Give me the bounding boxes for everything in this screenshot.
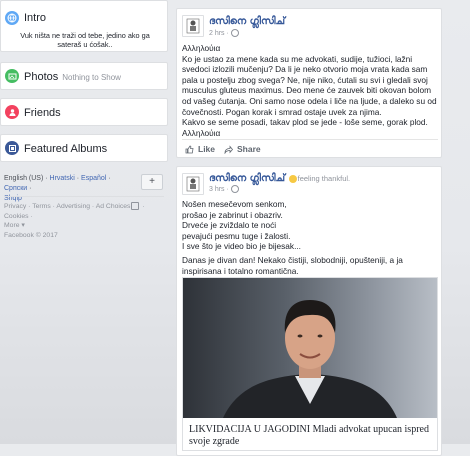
post-time[interactable]: 3 hrs (209, 186, 225, 193)
share-button[interactable]: Share (224, 144, 261, 154)
lang-espanol[interactable]: Español (81, 175, 106, 182)
footer: Privacy · Terms · Advertising · Ad Choic… (4, 202, 145, 239)
post-author[interactable]: ദസിനെ ഗ്ലിസിച് (209, 173, 285, 184)
intro-bio: Vuk ništa ne traži od tebe, jedino ako g… (20, 31, 150, 49)
lang-hrvatski[interactable]: Hrvatski (50, 175, 75, 182)
footer-copyright: Facebook © 2017 (4, 231, 58, 239)
intro-title: Intro (24, 12, 47, 24)
add-language-button[interactable]: + (141, 174, 163, 190)
photos-card[interactable]: Photos Nothing to Show (0, 62, 168, 90)
albums-card[interactable]: Featured Albums (0, 134, 168, 162)
footer-terms[interactable]: Terms (32, 203, 51, 210)
post-2: ദസിനെ ഗ്ലിസിച് feeling thankful. 3 hrs ·… (176, 166, 442, 456)
poem-line: Drveće je zviždalo te noći (182, 220, 277, 231)
globe-icon (230, 185, 239, 193)
post-meta: 3 hrs · (209, 185, 239, 193)
post-body: Nošen mesečevom senkom, prošao je zabrin… (182, 199, 438, 276)
globe-icon (5, 11, 19, 25)
post-author[interactable]: ദസിനെ ഗ്ലിസിച് (209, 16, 285, 27)
lang-english[interactable]: English (US) (4, 175, 43, 182)
globe-icon (230, 29, 239, 37)
link-preview[interactable]: LIKVIDACIJA U JAGODINI Mladi advokat upu… (182, 277, 438, 451)
link-preview-title[interactable]: LIKVIDACIJA U JAGODINI Mladi advokat upu… (189, 424, 433, 448)
footer-adchoices[interactable]: Ad Choices (96, 203, 131, 210)
share-icon (224, 144, 233, 154)
friends-icon (5, 105, 19, 119)
smile-icon (288, 174, 297, 183)
albums-icon (5, 141, 19, 155)
post-1: ദസിനെ ഗ്ലിസിച് 2 hrs · Αλληλούια Ko je u… (176, 8, 442, 158)
post-paragraph: Danas je divan dan! Nekako čistiji, slob… (182, 254, 403, 276)
intro-card: Intro Vuk ništa ne traži od tebe, jedino… (0, 0, 168, 52)
poem-line: prošao je zabrinut i obazriv. (182, 209, 283, 220)
footer-advertising[interactable]: Advertising (56, 203, 90, 210)
like-label: Like (198, 144, 216, 154)
lang-srpski[interactable]: Српски (4, 185, 27, 192)
link-preview-image[interactable] (183, 278, 437, 418)
footer-more[interactable]: More (4, 222, 20, 229)
post-paragraph: Αλληλούια (182, 43, 221, 53)
avatar[interactable] (182, 173, 204, 195)
poem-line: Nošen mesečevom senkom, (182, 199, 287, 209)
post-paragraph: Kakvo se seme posadi, takav plod se jede… (182, 117, 428, 138)
poem-line: pevajući pesmu tuge i žalosti. (182, 230, 291, 241)
poem-line: I sve što je video bio je bijesak... (182, 241, 301, 252)
share-label: Share (237, 144, 261, 154)
post-paragraph: Ko je ustao za mene kada su me advokati,… (182, 53, 437, 117)
footer-cookies[interactable]: Cookies (4, 213, 29, 220)
photos-title[interactable]: Photos (24, 71, 58, 83)
friends-title[interactable]: Friends (24, 107, 61, 119)
avatar[interactable] (182, 15, 204, 37)
post-feeling: feeling thankful. (297, 174, 351, 183)
albums-title[interactable]: Featured Albums (24, 143, 107, 155)
post-meta: 2 hrs · (209, 29, 239, 37)
post-body: Αλληλούια Ko je ustao za mene kada su me… (182, 43, 438, 138)
post-time[interactable]: 2 hrs (209, 30, 225, 37)
friends-card[interactable]: Friends (0, 98, 168, 126)
ad-choices-icon (131, 202, 140, 211)
photos-icon (5, 69, 19, 83)
footer-privacy[interactable]: Privacy (4, 203, 26, 210)
like-button[interactable]: Like (185, 144, 215, 154)
thumbs-up-icon (185, 145, 194, 153)
photos-subtitle: Nothing to Show (62, 73, 121, 82)
